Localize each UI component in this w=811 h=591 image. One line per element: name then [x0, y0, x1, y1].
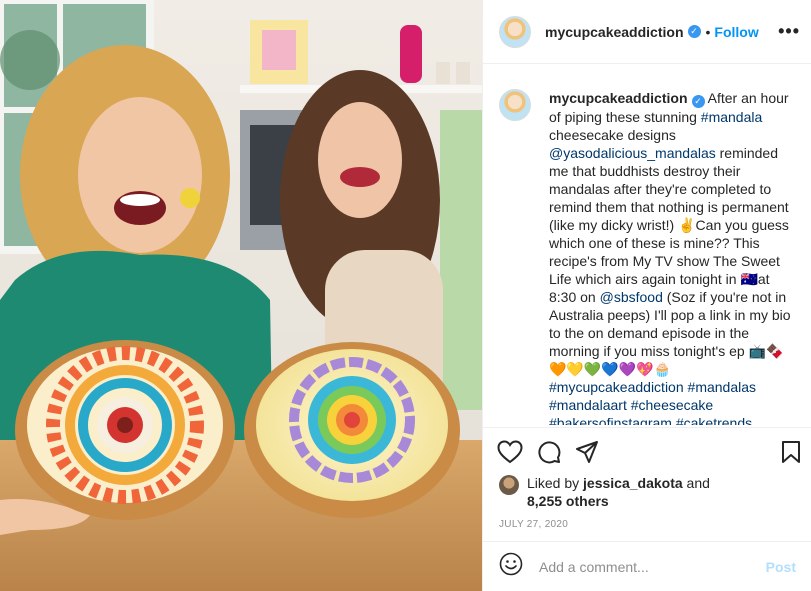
caption-avatar[interactable]	[499, 89, 531, 121]
likes-text: Liked by jessica_dakota and 8,255 others	[527, 474, 710, 510]
post-date[interactable]: JULY 27, 2020	[499, 519, 568, 530]
heart-icon[interactable]	[497, 440, 523, 464]
hashtag-link[interactable]: #mandalas	[688, 379, 757, 395]
caption-section: mycupcakeaddiction ✓ After an hour of pip…	[483, 65, 811, 425]
comment-input[interactable]: Add a comment...	[539, 559, 766, 575]
more-options-icon[interactable]: •••	[778, 22, 800, 40]
mention-link[interactable]: @sbsfood	[600, 289, 663, 305]
caption-part: cheesecake designs	[549, 127, 676, 143]
liker-avatar[interactable]	[499, 475, 519, 495]
mention-link[interactable]: @yasodalicious_mandalas	[549, 145, 716, 161]
post-image-illustration	[0, 0, 482, 591]
paper-plane-icon[interactable]	[575, 440, 599, 464]
post-header: mycupcakeaddiction ✓ • Follow •••	[483, 0, 811, 64]
hashtag-link[interactable]: #cheesecake	[631, 397, 714, 413]
likes-count[interactable]: 8,255 others	[527, 493, 609, 509]
hashtag-link[interactable]: #bakersofinstagram	[549, 415, 672, 425]
hashtag-link[interactable]: #mycupcakeaddiction	[549, 379, 684, 395]
caption-part: reminded me that buddhists destroy their…	[549, 145, 789, 305]
caption-username[interactable]: mycupcakeaddiction	[549, 90, 688, 106]
comment-icon[interactable]	[537, 440, 561, 464]
comment-bar: Add a comment... Post	[483, 541, 811, 591]
likes-prefix: Liked by	[527, 475, 584, 491]
post-photo[interactable]	[0, 0, 482, 591]
hashtag-link[interactable]: #mandala	[701, 109, 763, 125]
profile-avatar[interactable]	[499, 15, 531, 48]
hashtag-link[interactable]: #caketrends	[676, 415, 752, 425]
caption-text: mycupcakeaddiction ✓ After an hour of pip…	[549, 89, 800, 425]
post-side-panel: mycupcakeaddiction ✓ • Follow ••• mycupc…	[482, 0, 811, 591]
emoji-icon[interactable]	[499, 552, 523, 581]
follow-button[interactable]: Follow	[714, 24, 758, 40]
separator-dot: •	[705, 23, 711, 40]
verified-icon: ✓	[691, 95, 705, 108]
action-icons	[497, 440, 599, 464]
likes-summary: Liked by jessica_dakota and 8,255 others	[499, 474, 710, 510]
liker-username[interactable]: jessica_dakota	[583, 475, 683, 491]
post-comment-button[interactable]: Post	[766, 559, 796, 575]
verified-icon: ✓	[687, 25, 701, 38]
likes-and: and	[682, 475, 710, 491]
header-username[interactable]: mycupcakeaddiction	[545, 24, 684, 40]
bookmark-icon[interactable]	[780, 440, 802, 464]
hashtag-link[interactable]: #mandalaart	[549, 397, 627, 413]
